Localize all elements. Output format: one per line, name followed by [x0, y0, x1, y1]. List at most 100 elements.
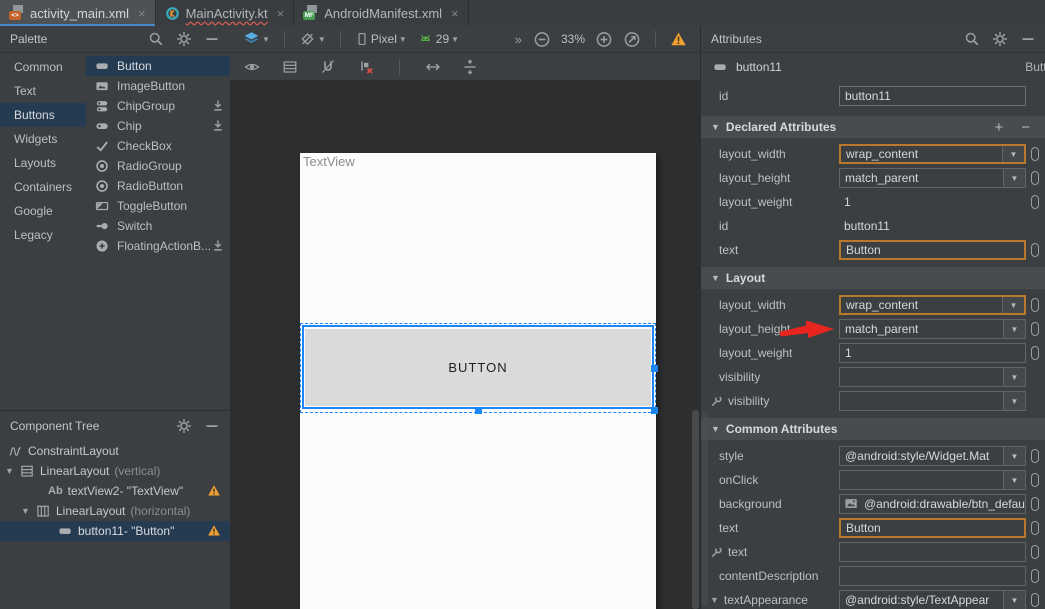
- download-icon[interactable]: [211, 119, 225, 133]
- dropdown-arrow-icon[interactable]: ▼: [1003, 392, 1025, 410]
- palette-category-text[interactable]: Text: [0, 79, 86, 103]
- palette-item-checkbox[interactable]: CheckBox: [86, 136, 230, 156]
- pick-flag-icon[interactable]: [1031, 449, 1039, 463]
- palette-category-widgets[interactable]: Widgets: [0, 127, 86, 151]
- palette-item-button[interactable]: Button: [86, 56, 230, 76]
- pick-flag-icon[interactable]: [1031, 521, 1039, 535]
- attr-field-layout_weight[interactable]: 1: [839, 343, 1026, 363]
- section-header-layout[interactable]: ▼Layout: [701, 267, 1045, 289]
- section-header-common-attributes[interactable]: ▼Common Attributes: [701, 418, 1045, 440]
- palette-settings-icon[interactable]: [176, 31, 192, 47]
- attr-dropdown-visibility[interactable]: ▼: [839, 367, 1026, 387]
- attr-dropdown-layout_height[interactable]: match_parent▼: [839, 319, 1026, 339]
- dropdown-arrow-icon[interactable]: ▼: [1003, 471, 1025, 489]
- zoom-out-button[interactable]: [530, 29, 554, 50]
- pick-flag-icon[interactable]: [1031, 171, 1039, 185]
- attr-dropdown-onClick[interactable]: ▼: [839, 470, 1026, 490]
- palette-item-floatingactionb[interactable]: FloatingActionB...: [86, 236, 230, 256]
- warnings-button[interactable]: [667, 29, 690, 49]
- zoom-fit-button[interactable]: [620, 29, 644, 50]
- attributes-search-icon[interactable]: [964, 31, 980, 47]
- component-tree-hide-icon[interactable]: [204, 418, 220, 434]
- attr-field-text[interactable]: [839, 542, 1026, 562]
- pick-flag-icon[interactable]: [1031, 322, 1039, 336]
- dropdown-arrow-icon[interactable]: ▼: [1003, 320, 1025, 338]
- pick-flag-icon[interactable]: [1031, 195, 1039, 209]
- palette-category-google[interactable]: Google: [0, 199, 86, 223]
- attr-field-text[interactable]: Button: [839, 240, 1026, 260]
- pick-flag-icon[interactable]: [1031, 497, 1039, 511]
- canvas-textview[interactable]: TextView: [303, 154, 355, 169]
- tree-item-textview2[interactable]: AbtextView2- "TextView": [0, 481, 230, 501]
- tab-close-icon[interactable]: ×: [451, 6, 459, 21]
- chevron-down-icon[interactable]: ▼: [711, 273, 720, 283]
- attr-dropdown-style[interactable]: @android:style/Widget.Mat▼: [839, 446, 1026, 466]
- attr-field-text[interactable]: Button: [839, 518, 1026, 538]
- palette-category-common[interactable]: Common: [0, 55, 86, 79]
- tree-item-linearlayout[interactable]: ▼LinearLayout(horizontal): [0, 501, 230, 521]
- pick-flag-icon[interactable]: [1031, 147, 1039, 161]
- canvas-scrollbar[interactable]: [692, 410, 699, 609]
- tree-item-linearlayout[interactable]: ▼LinearLayout(vertical): [0, 461, 230, 481]
- palette-category-containers[interactable]: Containers: [0, 175, 86, 199]
- attr-dropdown-textAppearance[interactable]: @android:style/TextAppear▼: [839, 590, 1026, 609]
- attributes-scrollbar[interactable]: [702, 412, 708, 606]
- attributes-settings-icon[interactable]: [992, 31, 1008, 47]
- device-screen[interactable]: TextView BUTTON: [300, 153, 656, 609]
- pick-flag-icon[interactable]: [1031, 545, 1039, 559]
- tree-item-constraintlayout[interactable]: ConstraintLayout: [0, 441, 230, 461]
- tab-activity_main.xml[interactable]: <>activity_main.xml×: [0, 0, 156, 26]
- design-surface-mode-button[interactable]: ▼: [240, 29, 273, 49]
- attr-dropdown-layout_height[interactable]: match_parent▼: [839, 168, 1026, 188]
- api-selector-button[interactable]: 29▼: [414, 29, 462, 49]
- dropdown-arrow-icon[interactable]: ▼: [1002, 297, 1024, 313]
- download-icon[interactable]: [211, 239, 225, 253]
- attr-field-contentDescription[interactable]: [839, 566, 1026, 586]
- remove-attribute-icon[interactable]: −: [1015, 119, 1036, 136]
- autoconnect-button[interactable]: [316, 57, 340, 77]
- default-margins-button[interactable]: [459, 57, 481, 77]
- palette-item-radiogroup[interactable]: RadioGroup: [86, 156, 230, 176]
- chevron-down-icon[interactable]: ▼: [710, 595, 719, 605]
- dropdown-arrow-icon[interactable]: ▼: [1003, 591, 1025, 609]
- palette-item-switch[interactable]: Switch: [86, 216, 230, 236]
- blueprint-toggle-button[interactable]: [278, 57, 302, 77]
- pick-flag-icon[interactable]: [1031, 569, 1039, 583]
- palette-category-legacy[interactable]: Legacy: [0, 223, 86, 247]
- infer-constraints-button[interactable]: [421, 57, 445, 77]
- tab-close-icon[interactable]: ×: [277, 6, 285, 21]
- canvas-button[interactable]: BUTTON: [305, 329, 651, 406]
- view-options-button[interactable]: [240, 57, 264, 77]
- dropdown-arrow-icon[interactable]: ▼: [1002, 146, 1024, 162]
- palette-category-buttons[interactable]: Buttons: [0, 103, 86, 127]
- palette-item-togglebutton[interactable]: ToggleButton: [86, 196, 230, 216]
- attr-dropdown-layout_width[interactable]: wrap_content▼: [839, 295, 1026, 315]
- chevron-down-icon[interactable]: ▼: [711, 424, 720, 434]
- palette-item-imagebutton[interactable]: ImageButton: [86, 76, 230, 96]
- pick-flag-icon[interactable]: [1031, 473, 1039, 487]
- attr-dropdown-layout_width[interactable]: wrap_content▼: [839, 144, 1026, 164]
- tab-AndroidManifest.xml[interactable]: MFAndroidManifest.xml×: [294, 0, 468, 26]
- pick-flag-icon[interactable]: [1031, 593, 1039, 607]
- dropdown-arrow-icon[interactable]: ▼: [1003, 169, 1025, 187]
- chevron-down-icon[interactable]: ▼: [4, 466, 15, 476]
- tree-item-button11[interactable]: button11- "Button": [0, 521, 230, 541]
- chevron-down-icon[interactable]: ▼: [711, 122, 720, 132]
- component-tree-settings-icon[interactable]: [176, 418, 192, 434]
- toolbar-overflow-button[interactable]: »: [515, 32, 520, 47]
- id-field[interactable]: button11: [839, 86, 1026, 106]
- tab-close-icon[interactable]: ×: [138, 6, 146, 21]
- palette-hide-icon[interactable]: [204, 31, 220, 47]
- palette-search-icon[interactable]: [148, 31, 164, 47]
- pick-flag-icon[interactable]: [1031, 243, 1039, 257]
- resize-handle-bottom[interactable]: [475, 407, 482, 414]
- pick-flag-icon[interactable]: [1031, 298, 1039, 312]
- section-header-declared-attributes[interactable]: ▼Declared Attributes+−: [701, 116, 1045, 138]
- download-icon[interactable]: [211, 99, 225, 113]
- design-canvas[interactable]: TextView BUTTON: [230, 80, 700, 609]
- resize-handle-right[interactable]: [651, 365, 658, 372]
- palette-item-chip[interactable]: Chip: [86, 116, 230, 136]
- orientation-button[interactable]: ▼: [296, 29, 329, 49]
- zoom-in-button[interactable]: [592, 29, 616, 50]
- device-selector-button[interactable]: Pixel▼: [352, 29, 410, 49]
